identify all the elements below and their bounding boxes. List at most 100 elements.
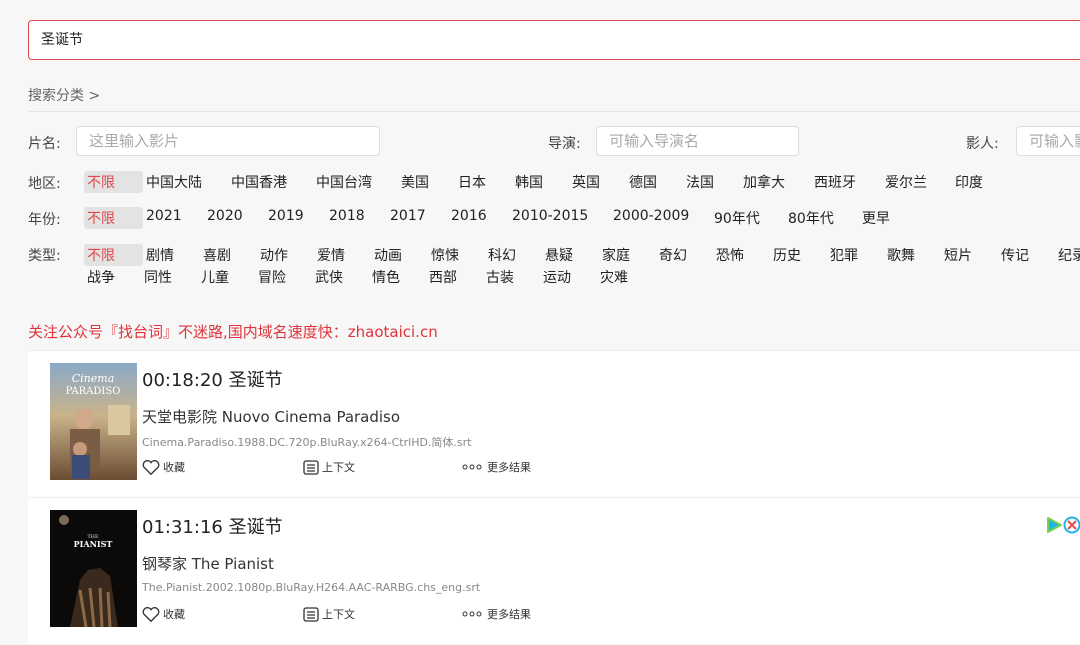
filter-option[interactable]: 动画: [371, 244, 428, 266]
result-filename: Cinema.Paradiso.1988.DC.720p.BluRay.x264…: [142, 436, 472, 449]
actor-filter-input[interactable]: 可输入影: [1016, 126, 1080, 156]
filter-option[interactable]: 剧情: [143, 244, 200, 266]
search-input[interactable]: 圣诞节: [28, 20, 1080, 60]
heart-icon: [142, 606, 160, 622]
director-filter-label: 导演:: [548, 136, 581, 152]
filter-option[interactable]: 传记: [998, 244, 1055, 266]
filter-option[interactable]: 2010-2015: [509, 207, 610, 229]
more-results-button[interactable]: 更多结果: [462, 606, 531, 622]
favorite-button[interactable]: 收藏: [142, 459, 185, 475]
more-results-label: 更多结果: [487, 461, 531, 474]
filter-option[interactable]: 不限: [84, 207, 143, 229]
filter-option[interactable]: 2020: [204, 207, 265, 229]
region-label: 地区:: [28, 176, 61, 192]
actor-filter-label: 影人:: [966, 136, 999, 152]
search-category-title[interactable]: 搜索分类 >: [28, 85, 100, 105]
more-dots-icon: [462, 611, 482, 617]
poster-title-line2: PIANIST: [74, 539, 113, 549]
filter-option[interactable]: 美国: [398, 171, 455, 193]
context-label: 上下文: [322, 461, 355, 474]
year-options: 不限 2021 2020 2019 2018 2017 2016 2010-2015 2000-…: [84, 207, 919, 229]
poster-title-line1: Cinema: [72, 372, 115, 385]
genre-options: 不限 剧情 喜剧 动作 爱情 动画 惊悚 科幻 悬疑 家庭 奇幻 恐怖 历史 犯罪 歌舞 短片 传记 纪录: [84, 244, 1080, 266]
filter-option[interactable]: 日本: [455, 171, 512, 193]
filter-option[interactable]: 悬疑: [542, 244, 599, 266]
filter-option[interactable]: 纪录: [1055, 244, 1080, 266]
filter-option[interactable]: 80年代: [785, 207, 859, 229]
result-title[interactable]: 01:31:16 圣诞节: [142, 513, 283, 539]
filter-option[interactable]: 2016: [448, 207, 509, 229]
filter-option[interactable]: 西部: [426, 266, 483, 288]
filter-option[interactable]: 灾难: [597, 266, 654, 288]
title-filter-input[interactable]: 这里输入影片: [76, 126, 380, 156]
filter-option[interactable]: 法国: [683, 171, 740, 193]
favorite-button[interactable]: 收藏: [142, 606, 185, 622]
result-filename: The.Pianist.2002.1080p.BluRay.H264.AAC-R…: [142, 581, 481, 594]
filter-option[interactable]: 历史: [770, 244, 827, 266]
filter-option[interactable]: 2017: [387, 207, 448, 229]
filter-option[interactable]: 古装: [483, 266, 540, 288]
result-title[interactable]: 00:18:20 圣诞节: [142, 366, 283, 392]
poster-title-line2: PARADISO: [66, 386, 121, 397]
filter-option[interactable]: 英国: [569, 171, 626, 193]
filter-option[interactable]: 中国台湾: [313, 171, 398, 193]
filter-option[interactable]: 印度: [952, 171, 1012, 193]
filter-option[interactable]: 2018: [326, 207, 387, 229]
notice-banner[interactable]: 关注公众号『找台词』不迷路,国内域名速度快：zhaotaici.cn: [28, 321, 438, 342]
context-button[interactable]: 上下文: [303, 606, 355, 622]
filter-option[interactable]: 儿童: [198, 266, 255, 288]
filter-option[interactable]: 韩国: [512, 171, 569, 193]
filter-option[interactable]: 科幻: [485, 244, 542, 266]
filter-option[interactable]: 不限: [84, 244, 143, 266]
filter-option[interactable]: 家庭: [599, 244, 656, 266]
streaming-platform-icons[interactable]: [1046, 516, 1080, 534]
filter-option[interactable]: 90年代: [711, 207, 785, 229]
filter-option[interactable]: 惊悚: [428, 244, 485, 266]
filter-option[interactable]: 中国香港: [228, 171, 313, 193]
filter-option[interactable]: 武侠: [312, 266, 369, 288]
filter-option[interactable]: 短片: [941, 244, 998, 266]
filter-option[interactable]: 奇幻: [656, 244, 713, 266]
filter-option[interactable]: 动作: [257, 244, 314, 266]
filter-option[interactable]: 中国大陆: [143, 171, 228, 193]
context-button[interactable]: 上下文: [303, 459, 355, 475]
filter-option[interactable]: 情色: [369, 266, 426, 288]
filter-option[interactable]: 同性: [141, 266, 198, 288]
more-dots-icon: [462, 464, 482, 470]
favorite-label: 收藏: [163, 461, 185, 474]
filter-option[interactable]: 不限: [84, 171, 143, 193]
filter-option[interactable]: 恐怖: [713, 244, 770, 266]
director-filter-input[interactable]: 可输入导演名: [596, 126, 799, 156]
filter-option[interactable]: 2021: [143, 207, 204, 229]
result-movie-name[interactable]: 钢琴家 The Pianist: [142, 553, 274, 574]
context-icon: [303, 459, 319, 475]
filter-option[interactable]: 西班牙: [811, 171, 882, 193]
year-label: 年份:: [28, 212, 61, 228]
result-card: Cinema PARADISO 00:18:20 圣诞节 天堂电影院 Nuovo…: [28, 350, 1080, 497]
filter-option[interactable]: 德国: [626, 171, 683, 193]
more-results-label: 更多结果: [487, 608, 531, 621]
filter-option[interactable]: 战争: [84, 266, 141, 288]
filter-option[interactable]: 喜剧: [200, 244, 257, 266]
filter-option[interactable]: 更早: [859, 207, 919, 229]
filter-option[interactable]: 爱情: [314, 244, 371, 266]
heart-icon: [142, 459, 160, 475]
movie-poster[interactable]: Cinema PARADISO: [50, 363, 137, 480]
filter-option[interactable]: 2000-2009: [610, 207, 711, 229]
filter-option[interactable]: 2019: [265, 207, 326, 229]
result-movie-name[interactable]: 天堂电影院 Nuovo Cinema Paradiso: [142, 406, 400, 427]
filter-option[interactable]: 运动: [540, 266, 597, 288]
genre-label: 类型:: [28, 248, 61, 264]
filter-option[interactable]: 加拿大: [740, 171, 811, 193]
more-results-button[interactable]: 更多结果: [462, 459, 531, 475]
filter-option[interactable]: 犯罪: [827, 244, 884, 266]
result-card: THE PIANIST 01:31:16 圣诞节 钢琴家 The Pianist…: [28, 497, 1080, 644]
movie-poster[interactable]: THE PIANIST: [50, 510, 137, 627]
filter-option[interactable]: 歌舞: [884, 244, 941, 266]
filter-option[interactable]: 冒险: [255, 266, 312, 288]
context-icon: [303, 606, 319, 622]
genre-options-row2: 战争 同性 儿童 冒险 武侠 情色 西部 古装 运动 灾难: [84, 266, 654, 288]
context-label: 上下文: [322, 608, 355, 621]
favorite-label: 收藏: [163, 608, 185, 621]
filter-option[interactable]: 爱尔兰: [882, 171, 952, 193]
